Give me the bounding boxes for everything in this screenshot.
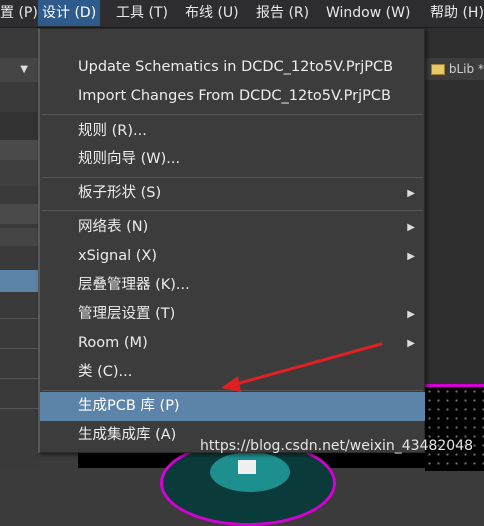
panel-dropdown-button[interactable]: ▼	[0, 58, 38, 82]
menu-item-rules-wizard[interactable]: 规则向导 (W)...	[40, 145, 425, 174]
document-tab[interactable]: bLib *	[425, 58, 484, 80]
menu-item-xsignal[interactable]: xSignal (X) ▶	[40, 242, 425, 271]
chevron-right-icon: ▶	[407, 309, 415, 320]
chevron-right-icon: ▶	[407, 222, 415, 233]
panel-row-selected[interactable]	[0, 270, 38, 292]
menu-tools[interactable]: 工具 (T)	[112, 0, 172, 26]
menu-item-label: 规则 (R)...	[78, 123, 147, 139]
pcb-canvas[interactable]	[425, 384, 484, 471]
menu-item-rules[interactable]: 规则 (R)...	[40, 117, 425, 146]
menu-item-make-pcb-library[interactable]: 生成PCB 库 (P)	[40, 392, 425, 421]
panel-divider	[0, 408, 38, 409]
panel-divider	[0, 318, 38, 319]
menu-item-import-changes[interactable]: Import Changes From DCDC_12to5V.PrjPCB	[40, 82, 425, 111]
menu-item-label: 层叠管理器 (K)...	[78, 277, 190, 293]
menu-route[interactable]: 布线 (U)	[181, 0, 243, 26]
panel-row	[0, 204, 38, 224]
pcb-grid	[425, 387, 484, 471]
panel-divider	[0, 378, 38, 379]
panel-divider	[0, 348, 38, 349]
left-side-panel	[0, 28, 38, 468]
menu-item-label: 网络表 (N)	[78, 219, 149, 235]
menu-item-label: Room (M)	[78, 335, 148, 351]
chevron-right-icon: ▶	[407, 251, 415, 262]
menu-item-label: 生成集成库 (A)	[78, 427, 177, 443]
menu-help[interactable]: 帮助 (H)	[426, 0, 484, 26]
design-menu-dropdown: Update Schematics in DCDC_12to5V.PrjPCB …	[38, 28, 425, 453]
panel-row	[0, 112, 38, 140]
menu-separator	[42, 114, 423, 115]
menu-separator	[42, 177, 423, 178]
menu-design[interactable]: 设计 (D)	[38, 0, 101, 26]
menu-reports[interactable]: 报告 (R)	[252, 0, 313, 26]
panel-row	[0, 228, 38, 246]
menu-separator	[42, 210, 423, 211]
menu-item-label: xSignal (X)	[78, 248, 157, 264]
menu-item-label: 类 (C)...	[78, 364, 133, 380]
menu-item-label: Update Schematics in DCDC_12to5V.PrjPCB	[78, 59, 394, 75]
menu-item-netlist[interactable]: 网络表 (N) ▶	[40, 213, 425, 242]
menu-separator	[42, 390, 423, 391]
panel-row	[0, 140, 38, 160]
menu-item-label: 规则向导 (W)...	[78, 151, 181, 167]
menu-item-board-shape[interactable]: 板子形状 (S) ▶	[40, 179, 425, 208]
menu-item-classes[interactable]: 类 (C)...	[40, 358, 425, 387]
pcb-pad-square	[238, 460, 256, 474]
menu-window[interactable]: Window (W)	[322, 0, 414, 26]
menu-item-label: 管理层设置 (T)	[78, 306, 176, 322]
menu-item-layer-stack-manager[interactable]: 层叠管理器 (K)...	[40, 271, 425, 300]
pcb-library-icon	[431, 64, 445, 75]
menu-item-label: 生成PCB 库 (P)	[78, 398, 180, 414]
menu-item-label: 板子形状 (S)	[78, 185, 162, 201]
chevron-right-icon: ▶	[407, 338, 415, 349]
menu-item-room[interactable]: Room (M) ▶	[40, 329, 425, 358]
chevron-right-icon: ▶	[407, 188, 415, 199]
menu-place[interactable]: 置 (P)	[0, 0, 42, 26]
document-tab-label: bLib *	[448, 62, 484, 76]
triangle-down-icon: ▼	[20, 64, 28, 75]
watermark-text: https://blog.csdn.net/weixin_43482048	[200, 438, 474, 454]
menu-item-update-schematics[interactable]: Update Schematics in DCDC_12to5V.PrjPCB	[40, 53, 425, 82]
menubar: 置 (P) 设计 (D) 工具 (T) 布线 (U) 报告 (R) Window…	[0, 0, 484, 28]
panel-row	[0, 160, 38, 186]
menu-item-manage-layer-sets[interactable]: 管理层设置 (T) ▶	[40, 300, 425, 329]
menu-item-label: Import Changes From DCDC_12to5V.PrjPCB	[78, 88, 391, 104]
